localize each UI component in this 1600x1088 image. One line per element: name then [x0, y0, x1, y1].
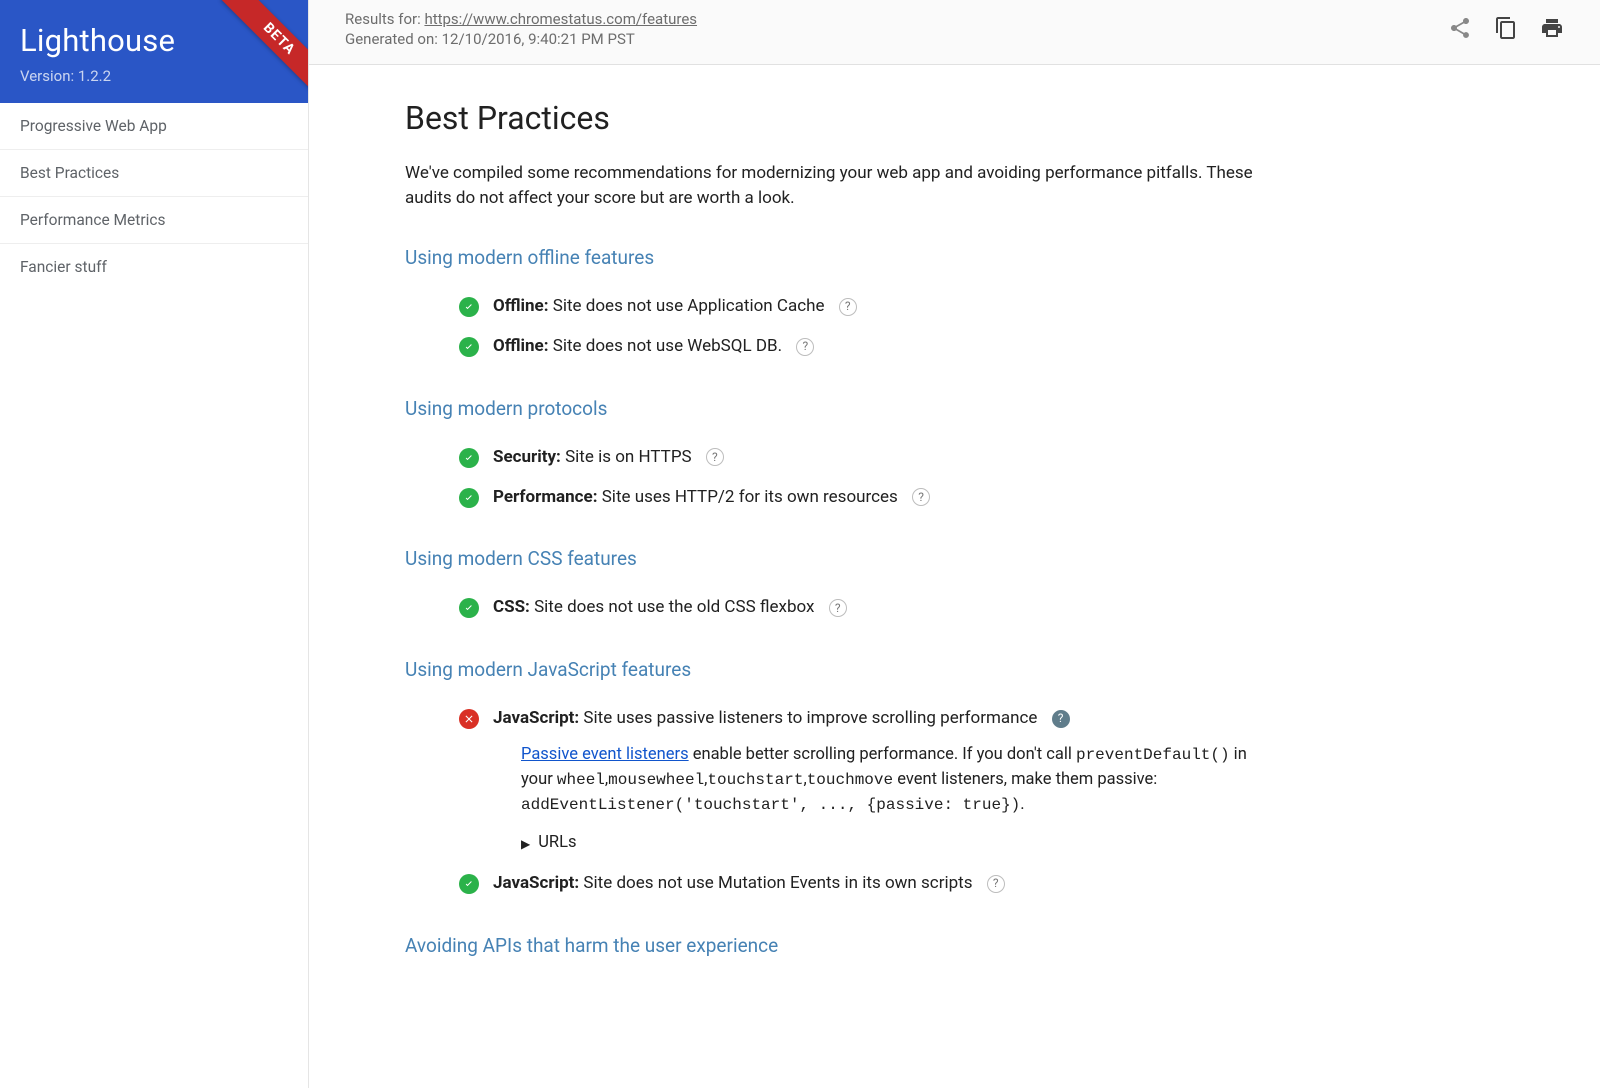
- help-icon[interactable]: ?: [1052, 710, 1070, 728]
- pass-icon: [459, 488, 479, 508]
- help-icon[interactable]: ?: [829, 599, 847, 617]
- generated-label: Generated on:: [345, 30, 442, 48]
- section-css: Using modern CSS features: [405, 547, 1564, 570]
- topbar-actions: [1448, 16, 1564, 44]
- main: Results for: https://www.chromestatus.co…: [309, 0, 1600, 1088]
- section-offline: Using modern offline features: [405, 246, 1564, 269]
- print-icon[interactable]: [1540, 16, 1564, 44]
- pass-icon: [459, 297, 479, 317]
- help-icon[interactable]: ?: [706, 448, 724, 466]
- help-icon[interactable]: ?: [839, 298, 857, 316]
- section-apis: Avoiding APIs that harm the user experie…: [405, 934, 1564, 957]
- results-url[interactable]: https://www.chromestatus.com/features: [424, 10, 697, 28]
- section-protocols: Using modern protocols: [405, 397, 1564, 420]
- sidebar-item-pwa[interactable]: Progressive Web App: [0, 103, 308, 150]
- audit-js-mutation-events: JavaScript: Site does not use Mutation E…: [459, 864, 1564, 904]
- sidebar-header: Lighthouse Version: 1.2.2 BETA: [0, 0, 308, 103]
- sidebar-item-fancier-stuff[interactable]: Fancier stuff: [0, 244, 308, 290]
- sidebar-nav: Progressive Web App Best Practices Perfo…: [0, 103, 308, 290]
- audit-detail: Passive event listeners enable better sc…: [521, 743, 1281, 856]
- topbar-meta: Results for: https://www.chromestatus.co…: [345, 10, 697, 50]
- audit-https: Security: Site is on HTTPS ?: [459, 438, 1564, 478]
- audit-js-passive-listeners: JavaScript: Site uses passive listeners …: [459, 699, 1564, 864]
- pass-icon: [459, 337, 479, 357]
- share-icon[interactable]: [1448, 16, 1472, 44]
- results-label: Results for:: [345, 10, 424, 28]
- sidebar-item-best-practices[interactable]: Best Practices: [0, 150, 308, 197]
- sidebar-item-performance-metrics[interactable]: Performance Metrics: [0, 197, 308, 244]
- urls-expander[interactable]: ▶ URLs: [521, 831, 1281, 856]
- audit-css-flexbox: CSS: Site does not use the old CSS flexb…: [459, 588, 1564, 628]
- audit-offline-appcache: Offline: Site does not use Application C…: [459, 287, 1564, 327]
- pass-icon: [459, 874, 479, 894]
- help-icon[interactable]: ?: [987, 875, 1005, 893]
- passive-listeners-link[interactable]: Passive event listeners: [521, 745, 689, 764]
- help-icon[interactable]: ?: [796, 338, 814, 356]
- page-title: Best Practices: [405, 99, 1564, 137]
- help-icon[interactable]: ?: [912, 488, 930, 506]
- fail-icon: [459, 709, 479, 729]
- triangle-right-icon: ▶: [521, 835, 530, 853]
- page-intro: We've compiled some recommendations for …: [405, 161, 1285, 210]
- audit-http2: Performance: Site uses HTTP/2 for its ow…: [459, 478, 1564, 518]
- copy-icon[interactable]: [1494, 16, 1518, 44]
- pass-icon: [459, 598, 479, 618]
- app-version: Version: 1.2.2: [20, 67, 288, 85]
- generated-value: 12/10/2016, 9:40:21 PM PST: [442, 30, 635, 48]
- section-js: Using modern JavaScript features: [405, 658, 1564, 681]
- audit-offline-websql: Offline: Site does not use WebSQL DB. ?: [459, 327, 1564, 367]
- topbar: Results for: https://www.chromestatus.co…: [309, 0, 1600, 65]
- app-title: Lighthouse: [20, 22, 288, 59]
- sidebar: Lighthouse Version: 1.2.2 BETA Progressi…: [0, 0, 309, 1088]
- pass-icon: [459, 448, 479, 468]
- content: Best Practices We've compiled some recom…: [309, 65, 1600, 1088]
